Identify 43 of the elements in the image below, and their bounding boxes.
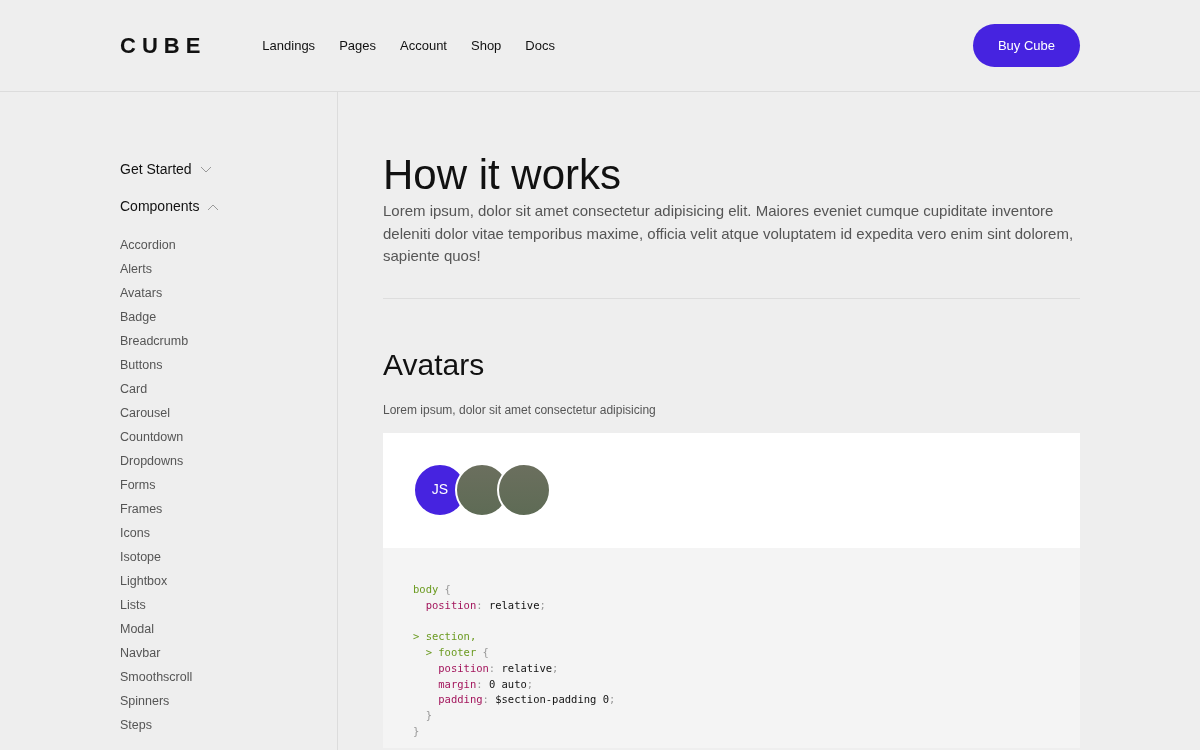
page-title: How it works [383,150,623,200]
code-line: margin: 0 auto; [437,676,535,692]
nav-link[interactable]: Docs [525,35,555,56]
sidebar-item[interactable]: Frames [120,497,337,521]
sidebar-item[interactable]: Smoothscroll [120,665,337,689]
code-line: body { [413,581,452,597]
sidebar-item[interactable]: Steps [120,713,337,737]
sidebar-item[interactable]: Breadcrumb [120,329,337,353]
sidebar-item[interactable]: Accordion [120,233,337,257]
sidebar-item[interactable]: Lightbox [120,569,337,593]
nav-link[interactable]: Account [400,35,447,56]
code-line: position: relative; [424,597,547,613]
nav-link[interactable]: Landings [262,35,316,56]
section-title: Avatars [383,346,486,383]
buy-button[interactable]: Buy Cube [972,23,1080,68]
sidebar-item[interactable]: Modal [120,617,337,641]
sidebar-section[interactable]: Components [120,196,220,217]
sidebar-item[interactable]: Carousel [120,401,337,425]
intro-paragraph: Lorem ipsum, dolor sit amet consectetur adipisicing elit. Maiores eveniet cumque cupiditate inventore deleniti dolor vitae temporibus maxime, officia velit atque voluptatem id expedita vero enim sint dolorem, sapiente quos! [383,201,1075,267]
sidebar-item[interactable]: Alerts [120,257,337,281]
logo[interactable]: CUBE [120,29,207,62]
sidebar-item[interactable]: Forms [120,473,337,497]
sidebar-item[interactable]: Spinners [120,689,337,713]
nav-link[interactable]: Shop [471,35,502,56]
code-line: position: relative; [437,660,560,676]
sidebar-item[interactable]: Avatars [120,281,337,305]
section-subtitle: Lorem ipsum, dolor sit amet consectetur adipisicing [383,401,657,419]
code-line: > footer { [424,645,490,661]
code-line: > section, [413,629,478,645]
sidebar-item[interactable]: Isotope [120,545,337,569]
sidebar-item[interactable]: Dropdowns [120,449,337,473]
sidebar-section[interactable]: Get Started [120,159,212,180]
sidebar-item[interactable]: Card [120,377,337,401]
sidebar-item[interactable]: Lists [120,593,337,617]
sidebar-item[interactable]: Countdown [120,425,337,449]
code-line: } [413,724,421,740]
code-line: padding: $section-padding 0; [437,692,617,708]
sidebar-item[interactable]: Icons [120,521,337,545]
sidebar-item[interactable]: Buttons [120,353,337,377]
code-line: } [424,708,433,724]
nav-link[interactable]: Pages [339,35,376,56]
sidebar-item[interactable]: Badge [120,305,337,329]
sidebar-item[interactable]: Navbar [120,641,337,665]
